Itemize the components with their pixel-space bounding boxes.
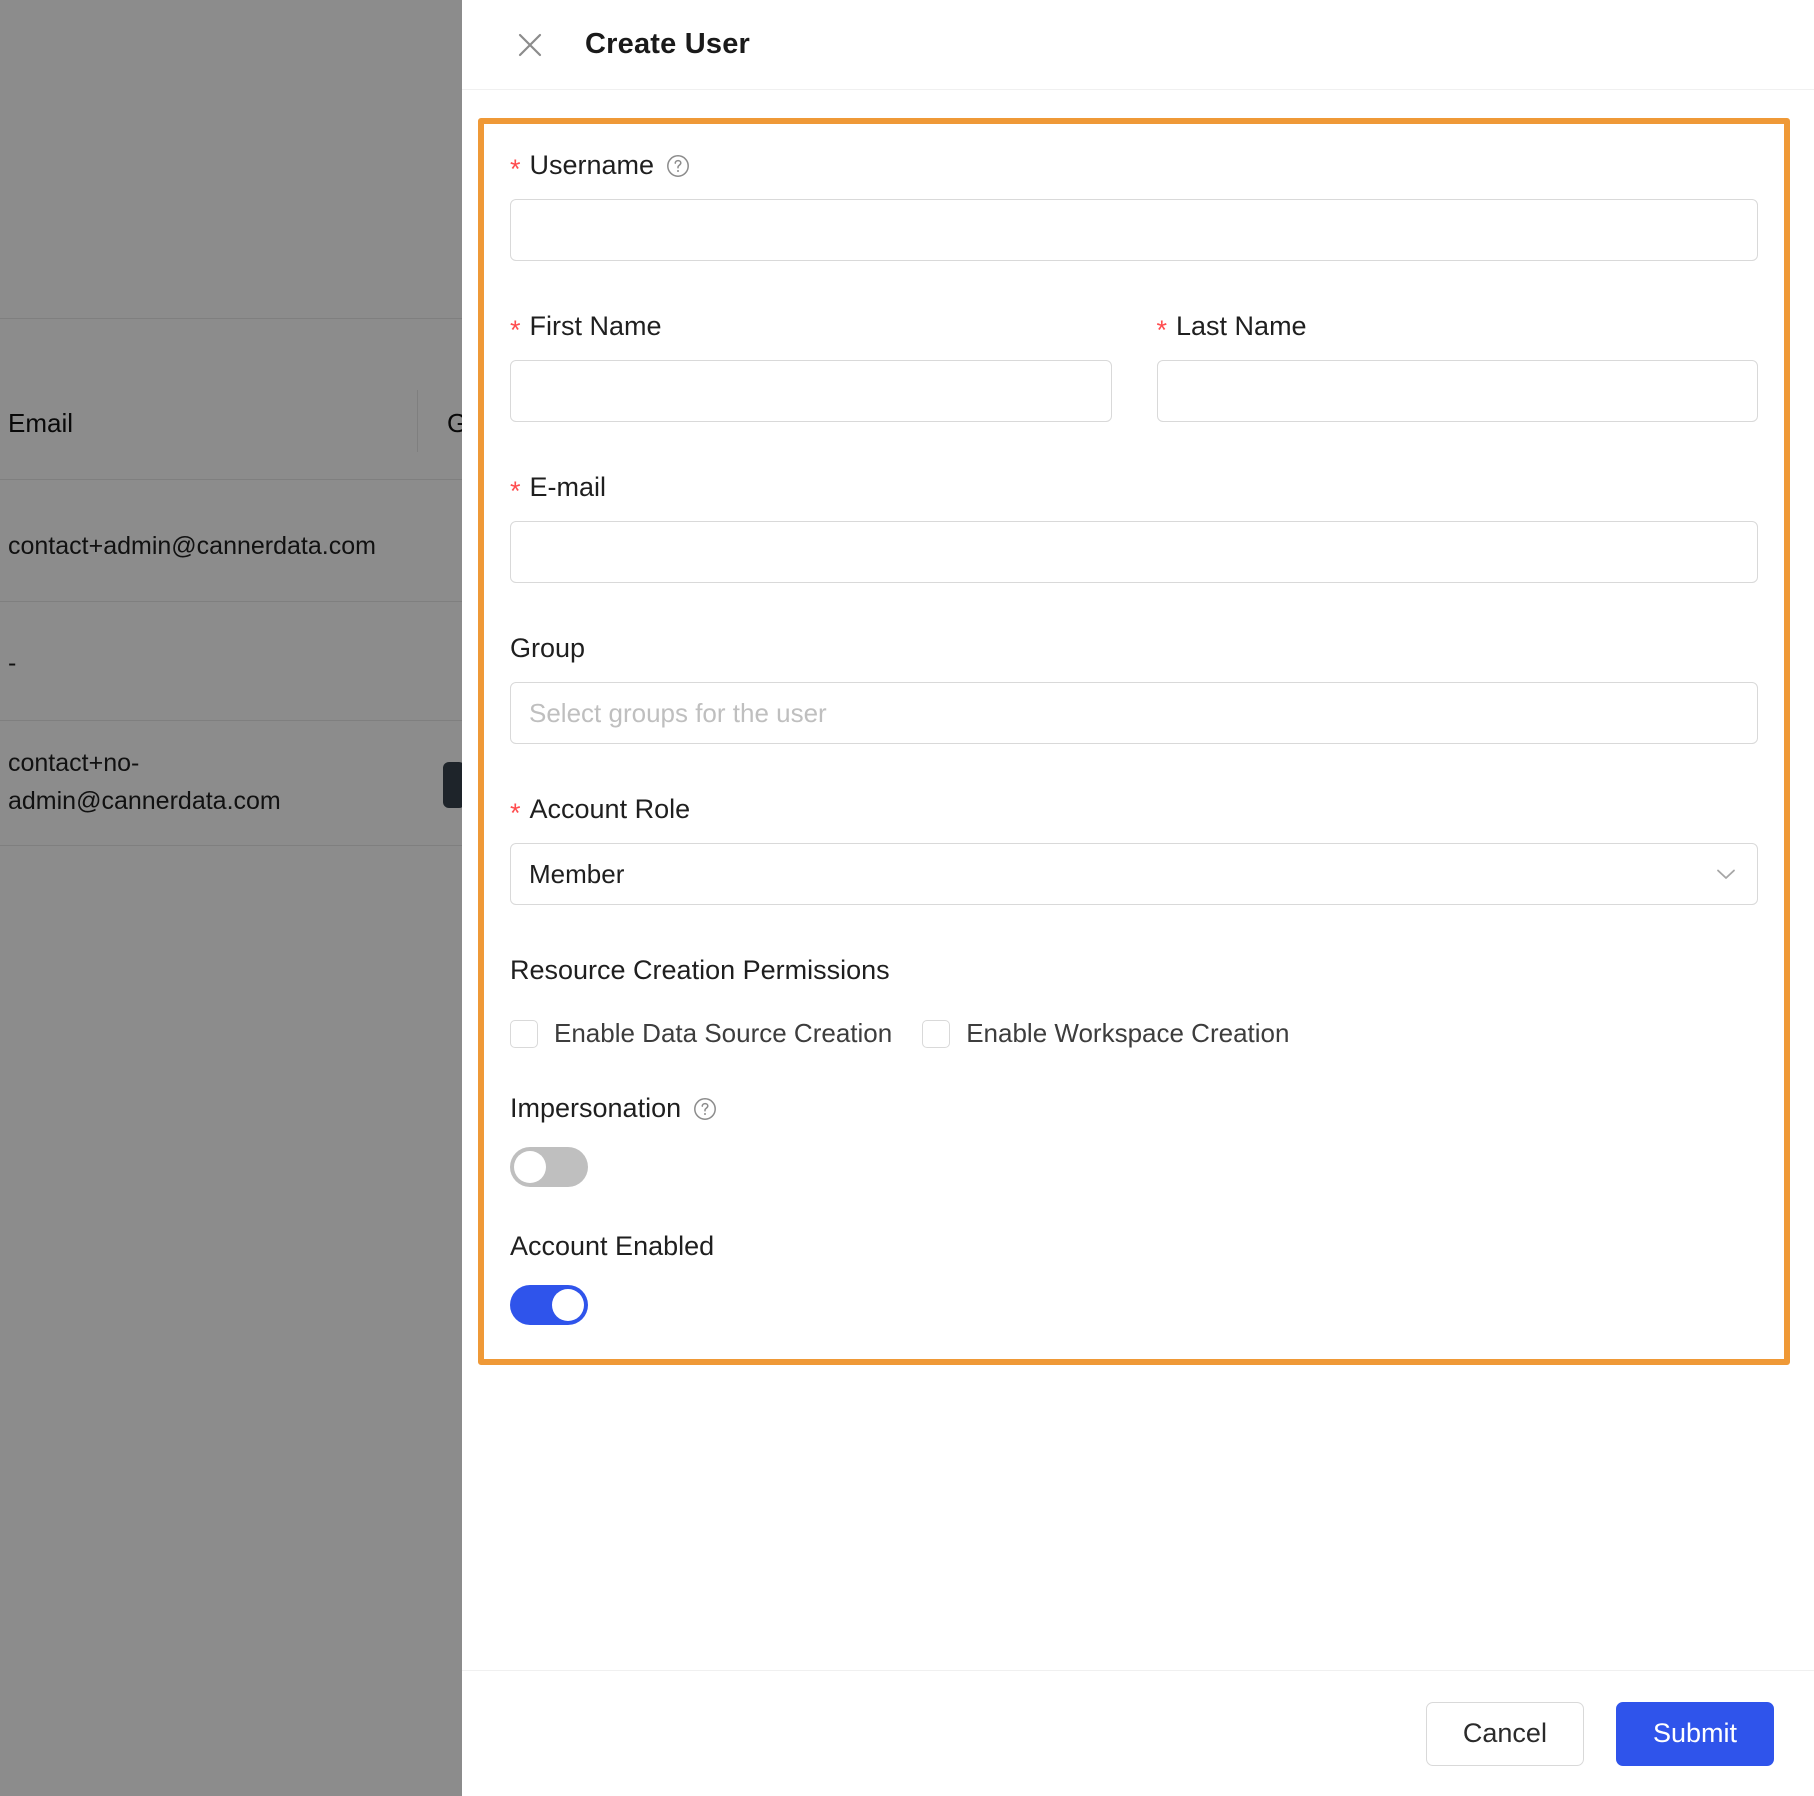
group-select-input[interactable] bbox=[510, 682, 1758, 744]
submit-button[interactable]: Submit bbox=[1615, 1701, 1774, 1766]
label-group: Group bbox=[510, 635, 1758, 662]
close-icon[interactable] bbox=[513, 28, 547, 62]
field-account-enabled: Account Enabled bbox=[510, 1233, 1758, 1325]
table-row: contact+no- admin@cannerdata.com bbox=[8, 749, 281, 815]
username-input[interactable] bbox=[510, 199, 1758, 261]
table-divider bbox=[0, 720, 462, 721]
field-username: * Username bbox=[510, 152, 1758, 261]
question-circle-icon[interactable] bbox=[693, 1097, 717, 1121]
email-input[interactable] bbox=[510, 521, 1758, 583]
account-role-value: Member bbox=[529, 858, 625, 889]
table-header-group: G bbox=[447, 408, 462, 438]
required-indicator: * bbox=[510, 315, 521, 345]
create-user-drawer: Create User * Username * First Name * La… bbox=[462, 0, 1814, 1796]
table-row: contact+admin@cannerdata.com bbox=[8, 532, 376, 560]
background-page: Email G contact+admin@cannerdata.com - c… bbox=[0, 0, 462, 1796]
account-enabled-toggle[interactable] bbox=[510, 1285, 588, 1325]
required-indicator: * bbox=[510, 798, 521, 828]
label-username: * Username bbox=[510, 150, 1758, 183]
label-text: Group bbox=[510, 633, 586, 663]
field-email: * E-mail bbox=[510, 474, 1758, 583]
required-indicator: * bbox=[1156, 315, 1168, 345]
form-highlight-region: * Username * First Name * Last Name * E-… bbox=[478, 118, 1790, 1365]
table-row-tag bbox=[443, 762, 462, 808]
section-resource-permissions: Resource Creation Permissions Enable Dat… bbox=[510, 957, 1758, 1049]
drawer-header: Create User bbox=[462, 0, 1814, 90]
drawer-title: Create User bbox=[585, 28, 751, 60]
label-text: Last Name bbox=[1176, 311, 1307, 341]
cancel-button[interactable]: Cancel bbox=[1425, 1701, 1584, 1766]
toggle-knob bbox=[514, 1151, 546, 1183]
drawer-body: * Username * First Name * Last Name * E-… bbox=[462, 90, 1814, 1670]
label-email: * E-mail bbox=[510, 472, 1758, 505]
field-impersonation: Impersonation bbox=[510, 1095, 1758, 1187]
table-divider bbox=[0, 318, 462, 319]
label-impersonation: Impersonation bbox=[510, 1095, 1758, 1122]
label-text: First Name bbox=[529, 311, 662, 341]
field-first-name: * First Name bbox=[510, 313, 1112, 422]
resource-permission-checkboxes: Enable Data Source Creation Enable Works… bbox=[510, 1018, 1758, 1049]
table-row: - bbox=[8, 649, 17, 677]
label-account-enabled: Account Enabled bbox=[510, 1233, 1758, 1260]
checkbox-enable-workspace-creation[interactable]: Enable Workspace Creation bbox=[922, 1018, 1289, 1049]
users-table: Email G contact+admin@cannerdata.com - c… bbox=[0, 0, 462, 1796]
label-text: Impersonation bbox=[510, 1093, 682, 1123]
required-indicator: * bbox=[510, 476, 521, 506]
drawer-footer: Cancel Submit bbox=[462, 1670, 1814, 1796]
field-account-role: * Account Role Member bbox=[510, 796, 1758, 905]
checkbox-label: Enable Data Source Creation bbox=[554, 1018, 893, 1048]
field-last-name: * Last Name bbox=[1156, 311, 1759, 422]
label-text: Account Role bbox=[529, 794, 691, 824]
section-title-resource-permissions: Resource Creation Permissions bbox=[510, 955, 890, 985]
toggle-knob bbox=[552, 1289, 584, 1321]
account-role-select[interactable]: Member bbox=[510, 843, 1758, 905]
label-text: Username bbox=[529, 150, 655, 180]
field-group: Group bbox=[510, 635, 1758, 744]
last-name-input[interactable] bbox=[1156, 360, 1758, 422]
label-text: Account Enabled bbox=[510, 1231, 715, 1261]
table-divider bbox=[0, 845, 462, 846]
question-circle-icon[interactable] bbox=[666, 154, 690, 178]
checkbox-box[interactable] bbox=[922, 1019, 951, 1048]
chevron-down-icon[interactable] bbox=[1713, 861, 1739, 887]
first-name-input[interactable] bbox=[510, 360, 1112, 422]
table-divider bbox=[0, 479, 462, 480]
table-column-divider bbox=[417, 390, 418, 452]
label-first-name: * First Name bbox=[510, 311, 1112, 344]
checkbox-enable-data-source-creation[interactable]: Enable Data Source Creation bbox=[510, 1018, 892, 1049]
label-account-role: * Account Role bbox=[510, 794, 1758, 827]
label-last-name: * Last Name bbox=[1157, 311, 1759, 344]
checkbox-label: Enable Workspace Creation bbox=[966, 1018, 1290, 1048]
label-text: E-mail bbox=[529, 472, 607, 502]
table-divider bbox=[0, 601, 462, 602]
table-header-email: Email bbox=[8, 408, 74, 438]
name-row: * First Name * Last Name bbox=[510, 313, 1758, 422]
required-indicator: * bbox=[510, 154, 521, 184]
screen-root: Email G contact+admin@cannerdata.com - c… bbox=[0, 0, 1814, 1796]
checkbox-box[interactable] bbox=[510, 1019, 538, 1048]
impersonation-toggle[interactable] bbox=[510, 1147, 588, 1187]
